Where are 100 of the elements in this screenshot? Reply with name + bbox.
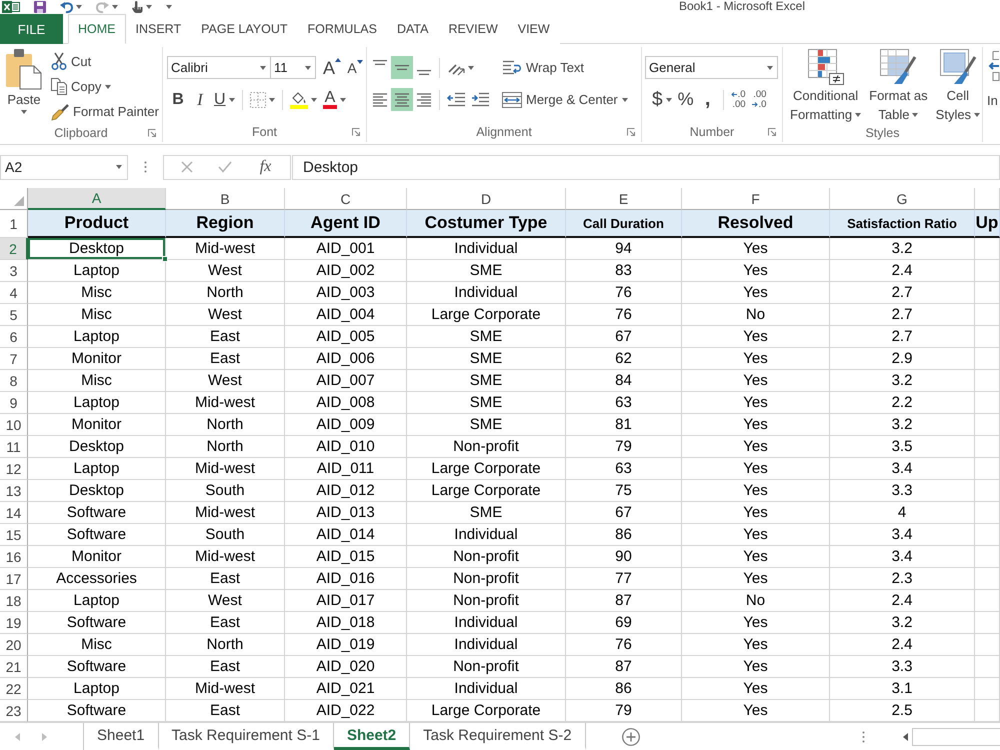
dialog-launcher-icon[interactable] (627, 128, 635, 136)
dialog-launcher-icon[interactable] (148, 129, 156, 137)
currency-button[interactable]: $ (649, 88, 675, 111)
row-header[interactable]: 2 (0, 238, 28, 260)
fill-handle[interactable] (162, 256, 168, 262)
table-cell: 2.9 (830, 348, 975, 370)
add-sheet-icon[interactable] (622, 728, 640, 746)
percent-button[interactable]: % (674, 88, 697, 111)
row-header[interactable]: 13 (0, 480, 28, 502)
table-cell: AID_006 (285, 348, 407, 370)
row-header[interactable]: 7 (0, 348, 28, 370)
row-header[interactable]: 4 (0, 282, 28, 304)
table-cell: 75 (566, 480, 682, 502)
empty-cell (975, 370, 1000, 392)
table-cell: Non-profit (407, 656, 566, 678)
column-header[interactable]: G (830, 188, 975, 210)
empty-cell (975, 304, 1000, 326)
row-header[interactable]: 19 (0, 612, 28, 634)
row-header[interactable]: 9 (0, 392, 28, 414)
scroll-left-icon[interactable] (903, 732, 908, 740)
sheet-tab[interactable]: Sheet2 (334, 723, 410, 750)
row-header[interactable]: 15 (0, 524, 28, 546)
format-as-table-button[interactable]: Format as Table (866, 49, 931, 123)
row-header[interactable]: 16 (0, 546, 28, 568)
cut-button[interactable]: Cut (48, 49, 162, 74)
horizontal-scrollbar[interactable] (912, 728, 1000, 746)
formula-input[interactable]: Desktop (292, 154, 1000, 180)
table-cell: Monitor (28, 348, 166, 370)
comma-style-button[interactable]: , (696, 88, 719, 111)
row-header[interactable]: 21 (0, 656, 28, 678)
italic-button[interactable]: I (189, 88, 211, 111)
row-header[interactable]: 22 (0, 678, 28, 700)
row-header[interactable]: 11 (0, 436, 28, 458)
column-header[interactable] (975, 188, 1000, 210)
table-cell: Software (28, 502, 166, 524)
decrease-font-size-button[interactable]: A (344, 56, 366, 79)
increase-decimal-button[interactable]: .0 .00 (728, 88, 749, 111)
font-name-combobox[interactable]: Calibri (167, 56, 271, 79)
font-color-button[interactable]: A (320, 88, 350, 111)
header-cell: Agent ID (285, 210, 407, 238)
row-header[interactable]: 5 (0, 304, 28, 326)
row-header[interactable]: 3 (0, 260, 28, 282)
align-middle-button[interactable] (391, 56, 413, 79)
table-cell: AID_021 (285, 678, 407, 700)
empty-cell (975, 458, 1000, 480)
format-painter-button[interactable]: Format Painter (48, 99, 162, 124)
row-header[interactable]: 12 (0, 458, 28, 480)
insert-button[interactable]: In (983, 51, 999, 122)
table-cell: 3.4 (830, 458, 975, 480)
previous-sheet-icon[interactable] (15, 732, 20, 740)
merge-center-button[interactable]: Merge & Center (500, 88, 630, 111)
row-header[interactable]: 18 (0, 590, 28, 612)
caret-icon (228, 98, 235, 102)
table-cell: 67 (566, 502, 682, 524)
align-center-button[interactable] (391, 88, 413, 111)
ribbon-tab[interactable]: HOME (68, 14, 126, 44)
column-header[interactable]: E (566, 188, 682, 210)
row-header[interactable]: 17 (0, 568, 28, 590)
row-header[interactable]: 14 (0, 502, 28, 524)
underline-button[interactable]: U (211, 88, 238, 111)
increase-font-size-button[interactable]: A (320, 56, 344, 79)
cancel-icon[interactable] (180, 161, 193, 173)
number-format-combobox[interactable]: General (645, 56, 778, 79)
decrease-decimal-button[interactable]: .00 .0 (748, 88, 770, 111)
caret-icon (21, 110, 27, 114)
cell-styles-button[interactable]: Cell Styles (932, 49, 982, 123)
table-cell: 3.1 (830, 678, 975, 700)
check-icon[interactable] (218, 161, 232, 173)
column-header[interactable]: B (166, 188, 285, 210)
wrap-text-button[interactable]: Wrap Text (500, 56, 630, 79)
name-box[interactable]: A2 (0, 154, 128, 180)
row-header[interactable]: 1 (0, 210, 28, 238)
conditional-formatting-button[interactable]: Conditional Formatting (787, 49, 864, 123)
select-all-icon[interactable] (14, 196, 24, 206)
column-header[interactable]: F (682, 188, 830, 210)
group-label: Font (252, 125, 277, 139)
copy-button[interactable]: Copy (48, 74, 162, 99)
file-tab[interactable]: FILE (0, 14, 63, 44)
row-header[interactable]: 6 (0, 326, 28, 348)
table-cell: 62 (566, 348, 682, 370)
dialog-launcher-icon[interactable] (768, 128, 776, 136)
font-size-combobox[interactable]: 11 (270, 56, 316, 79)
table-cell: Large Corporate (407, 304, 566, 326)
row-header[interactable]: 23 (0, 700, 28, 722)
dialog-launcher-icon[interactable] (352, 128, 360, 136)
bold-button[interactable]: B (167, 88, 189, 111)
table-cell: Misc (28, 634, 166, 656)
table-cell: AID_005 (285, 326, 407, 348)
empty-cell (975, 634, 1000, 656)
row-header[interactable]: 10 (0, 414, 28, 436)
row-header[interactable]: 20 (0, 634, 28, 656)
column-header[interactable]: C (285, 188, 407, 210)
column-header[interactable]: A (28, 188, 166, 210)
insert-function-button[interactable]: fx (258, 158, 274, 176)
column-header[interactable]: D (407, 188, 566, 210)
table-cell: Individual (407, 282, 566, 304)
row-header[interactable]: 8 (0, 370, 28, 392)
paste-button[interactable]: Paste (3, 49, 45, 124)
align-bottom-icon (417, 70, 431, 75)
next-sheet-icon[interactable] (42, 732, 47, 740)
